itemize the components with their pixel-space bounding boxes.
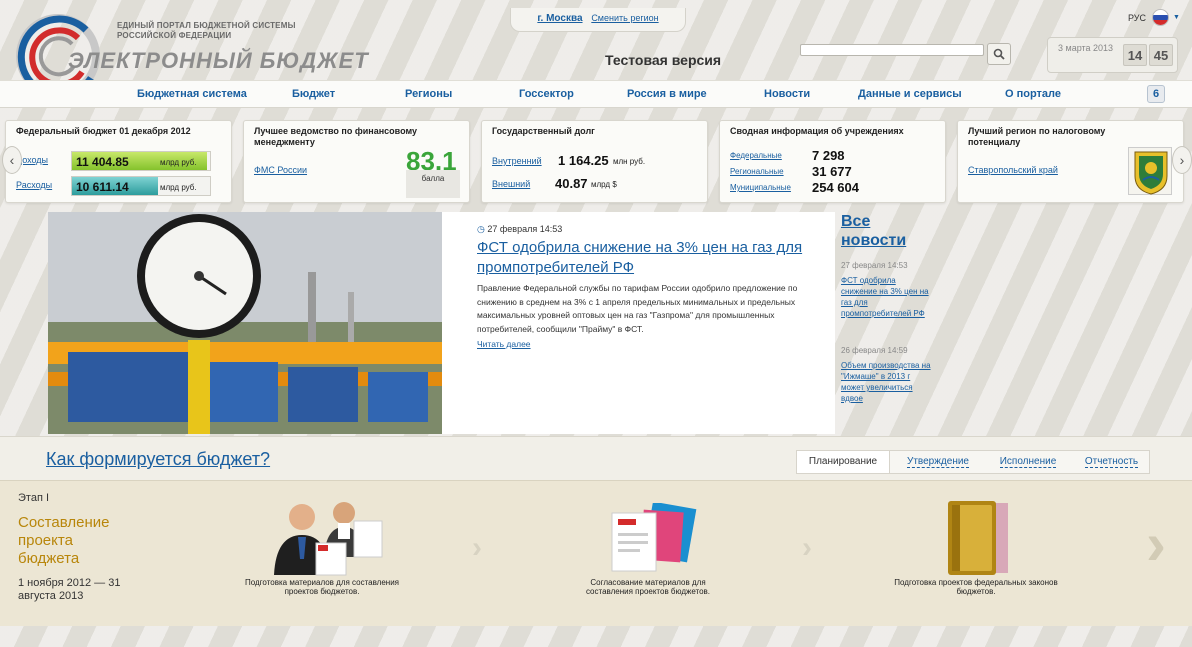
income-value: 11 404.85 bbox=[76, 155, 129, 169]
people-icon[interactable] bbox=[262, 497, 386, 577]
test-version-label: Тестовая версия bbox=[605, 52, 722, 68]
search-button[interactable] bbox=[987, 43, 1011, 65]
language-selector[interactable]: РУС bbox=[1128, 13, 1146, 23]
card-state-debt: Государственный долг Внутренний 1 164.25… bbox=[481, 120, 708, 203]
internal-debt-unit: млн руб. bbox=[613, 157, 646, 166]
site-header: ЕДИНЫЙ ПОРТАЛ БЮДЖЕТНОЙ СИСТЕМЫ РОССИЙСК… bbox=[0, 0, 1192, 99]
step-caption: Подготовка материалов для составления пр… bbox=[244, 578, 400, 596]
external-debt-link[interactable]: Внешний bbox=[492, 179, 530, 189]
municipal-institutions-link[interactable]: Муниципальные bbox=[730, 183, 791, 192]
date-clock-box: 3 марта 2013 14 45 bbox=[1047, 37, 1178, 73]
nav-item-news[interactable]: Новости bbox=[764, 88, 810, 100]
side-news-date: 26 февраля 14:59 bbox=[841, 346, 908, 355]
search-icon bbox=[993, 48, 1005, 60]
folder-icon[interactable] bbox=[938, 497, 1014, 579]
side-news-date: 27 февраля 14:53 bbox=[841, 261, 908, 270]
clock-icon: ◷ bbox=[477, 224, 485, 234]
news-image[interactable] bbox=[48, 212, 442, 434]
card-federal-budget: Федеральный бюджет 01 декабря 2012 Доход… bbox=[5, 120, 232, 203]
tab-label: Исполнение bbox=[999, 456, 1057, 468]
income-bar: 11 404.85 млрд руб. bbox=[71, 151, 211, 171]
federal-institutions-value: 7 298 bbox=[812, 148, 845, 163]
tab-label: Утверждение bbox=[906, 456, 969, 468]
portal-name: ЕДИНЫЙ ПОРТАЛ БЮДЖЕТНОЙ СИСТЕМЫ РОССИЙСК… bbox=[117, 21, 296, 40]
news-headline-link[interactable]: ФСТ одобрила снижение на 3% цен на газ д… bbox=[477, 238, 807, 278]
tab-execution[interactable]: Исполнение bbox=[984, 451, 1072, 473]
news-date: ◷ 27 февраля 14:53 bbox=[477, 224, 562, 235]
all-news-link[interactable]: Все новости bbox=[841, 212, 921, 250]
budget-stage-tabs: Планирование Утверждение Исполнение Отче… bbox=[796, 450, 1150, 474]
news-body: Правление Федеральной службы по тарифам … bbox=[477, 283, 798, 334]
card-title: Лучшее ведомство по финансовому менеджме… bbox=[254, 126, 417, 147]
external-debt-unit: млрд $ bbox=[591, 180, 617, 189]
budget-stage-panel: Этап I Составление проекта бюджета 1 ноя… bbox=[0, 480, 1192, 626]
carousel-prev-button[interactable]: ‹ bbox=[2, 146, 22, 174]
municipal-institutions-value: 254 604 bbox=[812, 180, 859, 195]
nav-item-budget-system[interactable]: Бюджетная система bbox=[137, 88, 247, 100]
side-news-link[interactable]: ФСТ одобрила снижение на 3% цен на газ д… bbox=[841, 275, 931, 319]
expense-bar: 10 611.14 млрд руб. bbox=[71, 176, 211, 196]
tab-reporting[interactable]: Отчетность bbox=[1072, 451, 1151, 473]
nav-item-data-services[interactable]: Данные и сервисы bbox=[858, 88, 962, 100]
tab-label: Отчетность bbox=[1084, 456, 1139, 468]
card-title: Лучший регион по налоговому потенциалу bbox=[968, 126, 1106, 147]
region-link[interactable]: Ставропольский край bbox=[968, 165, 1058, 175]
nav-badge[interactable]: 6 bbox=[1147, 85, 1165, 103]
expense-link[interactable]: Расходы bbox=[16, 180, 52, 190]
side-news-link[interactable]: Объем производства на "Ижмаше" в 2013 г … bbox=[841, 360, 931, 404]
tab-approval[interactable]: Утверждение bbox=[892, 451, 984, 473]
chevron-right-icon: › bbox=[802, 531, 812, 564]
card-title: Государственный долг bbox=[492, 126, 595, 136]
budget-process-header: Как формируется бюджет? Планирование Утв… bbox=[0, 436, 1192, 480]
news-feature: ◷ 27 февраля 14:53 ФСТ одобрила снижение… bbox=[442, 212, 835, 434]
next-stage-button[interactable]: › bbox=[1146, 509, 1166, 578]
footer-strip bbox=[0, 626, 1192, 647]
card-title: Федеральный бюджет 01 декабря 2012 bbox=[16, 126, 191, 136]
stage-dates: 1 ноября 2012 — 31 августа 2013 bbox=[18, 577, 121, 602]
region-crest-icon bbox=[1128, 147, 1172, 195]
change-region-link[interactable]: Сменить регион bbox=[591, 13, 658, 23]
expense-unit: млрд руб. bbox=[160, 183, 197, 192]
current-city-link[interactable]: г. Москва bbox=[537, 13, 582, 24]
regional-institutions-link[interactable]: Региональные bbox=[730, 167, 784, 176]
tab-planning[interactable]: Планирование bbox=[797, 451, 890, 473]
chevron-down-icon[interactable]: ▼ bbox=[1173, 14, 1180, 21]
step-caption: Согласование материалов для составления … bbox=[585, 578, 711, 596]
region-selector: г. Москва Сменить регион bbox=[510, 8, 686, 32]
current-date: 3 марта 2013 bbox=[1058, 43, 1114, 53]
budget-process-title-link[interactable]: Как формируется бюджет? bbox=[46, 449, 270, 470]
clock-hours: 14 bbox=[1123, 44, 1147, 66]
main-navigation: Бюджетная система Бюджет Регионы Госсект… bbox=[0, 80, 1192, 108]
card-institutions: Сводная информация об учреждениях Федера… bbox=[719, 120, 946, 203]
income-unit: млрд руб. bbox=[160, 158, 197, 167]
documents-icon[interactable] bbox=[608, 503, 698, 575]
internal-debt-value: 1 164.25 bbox=[558, 153, 609, 168]
score-label: балла bbox=[406, 170, 460, 198]
stage-title: Составление проекта бюджета bbox=[18, 514, 110, 567]
clock-minutes: 45 bbox=[1149, 44, 1173, 66]
nav-item-budget[interactable]: Бюджет bbox=[292, 88, 335, 100]
news-date-text: 27 февраля 14:53 bbox=[487, 224, 563, 234]
site-title[interactable]: ЭЛЕКТРОННЫЙ БЮДЖЕТ bbox=[68, 48, 369, 74]
nav-item-regions[interactable]: Регионы bbox=[405, 88, 452, 100]
carousel-next-button[interactable]: › bbox=[1172, 146, 1192, 174]
agency-link[interactable]: ФМС России bbox=[254, 165, 307, 175]
internal-debt-link[interactable]: Внутренний bbox=[492, 156, 542, 166]
stage-label: Этап I bbox=[18, 492, 50, 504]
step-caption: Подготовка проектов федеральных законов … bbox=[894, 578, 1058, 596]
search-input[interactable] bbox=[800, 44, 984, 56]
russia-flag-icon[interactable] bbox=[1152, 9, 1169, 26]
federal-institutions-link[interactable]: Федеральные bbox=[730, 151, 782, 160]
card-title: Сводная информация об учреждениях bbox=[730, 126, 904, 136]
nav-item-russia-world[interactable]: Россия в мире bbox=[627, 88, 707, 100]
read-more-link[interactable]: Читать далее bbox=[477, 339, 531, 349]
external-debt-value: 40.87 bbox=[555, 176, 588, 191]
chevron-right-icon: › bbox=[472, 531, 482, 564]
expense-value: 10 611.14 bbox=[76, 180, 129, 194]
regional-institutions-value: 31 677 bbox=[812, 164, 852, 179]
nav-item-about[interactable]: О портале bbox=[1005, 88, 1061, 100]
nav-item-public-sector[interactable]: Госсектор bbox=[519, 88, 574, 100]
